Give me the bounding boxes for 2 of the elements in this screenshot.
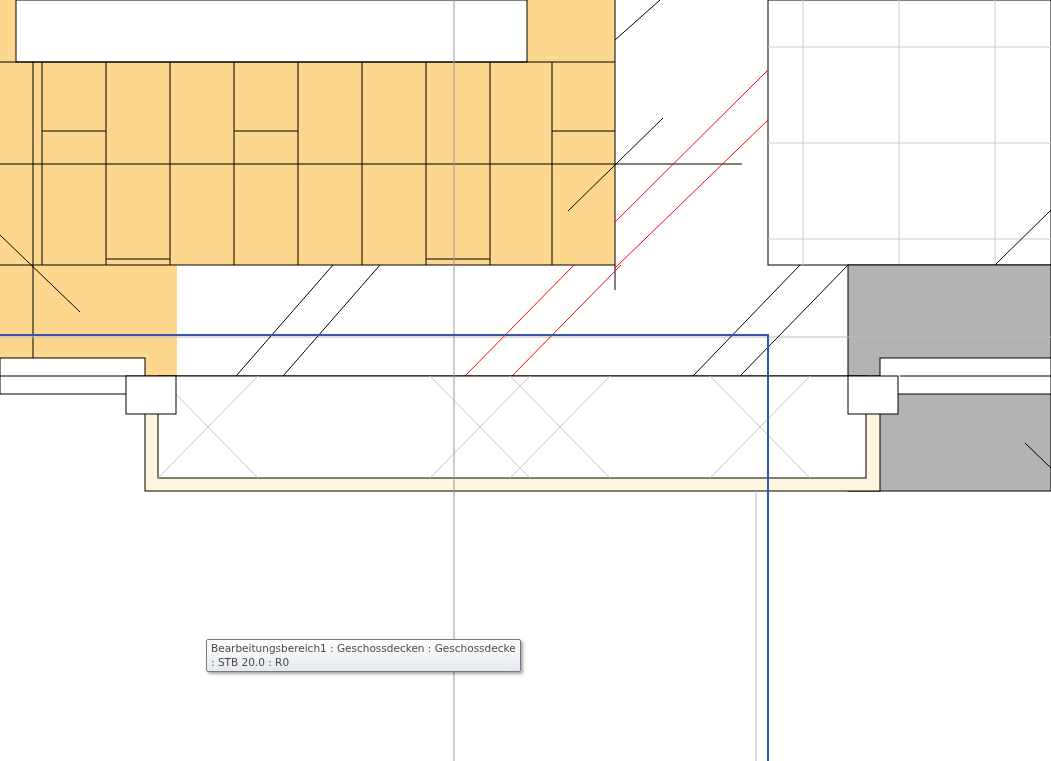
tooltip-text: : STB 20.0 : R0 xyxy=(211,655,291,669)
tooltip-text: Bearbeitungsbereich1 : Geschossdecken : Geschossdecke xyxy=(211,641,516,655)
